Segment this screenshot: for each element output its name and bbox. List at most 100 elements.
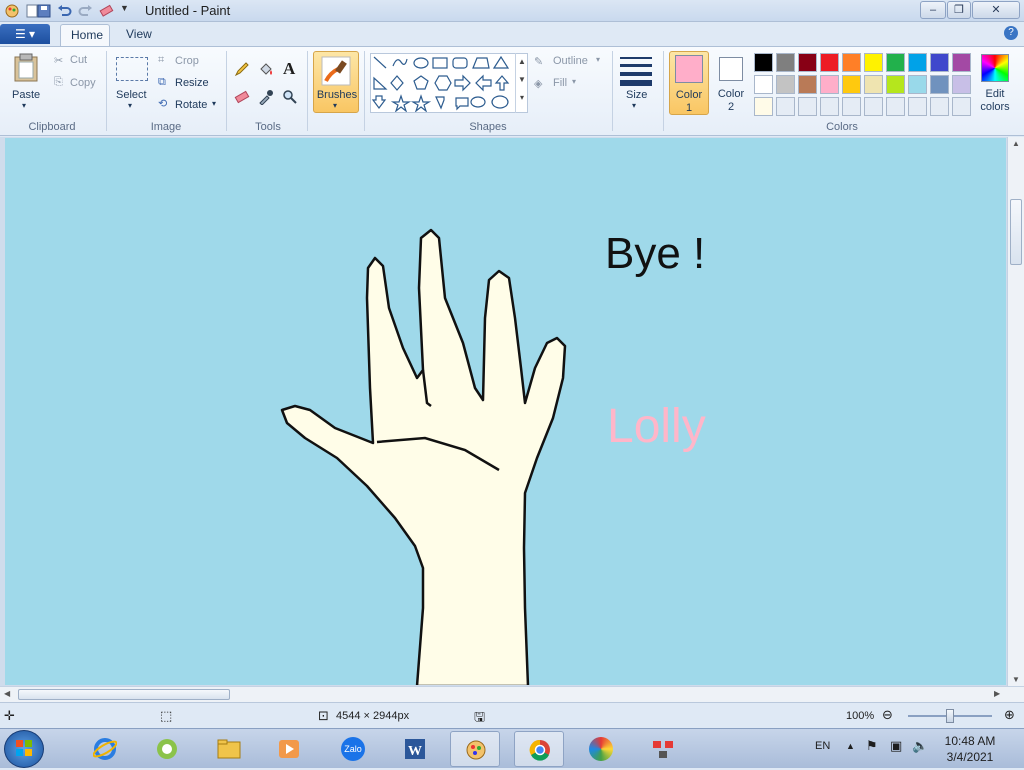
fill-dropdown-icon[interactable]: ▾ [572,77,576,86]
palette-color-swatch[interactable] [952,97,971,116]
taskbar-word[interactable]: W [390,731,440,767]
palette-color-swatch[interactable] [754,97,773,116]
taskbar-media-player[interactable] [264,731,314,767]
edit-colors-button[interactable]: Edit colors [976,51,1016,115]
magnifier-icon[interactable] [282,89,298,105]
palette-color-swatch[interactable] [952,75,971,94]
palette-color-swatch[interactable] [930,97,949,116]
action-center-flag-icon[interactable]: ⚑ [866,738,878,754]
palette-color-swatch[interactable] [908,53,927,72]
taskbar-network-app[interactable] [638,731,688,767]
size-button[interactable]: Size [626,89,647,101]
volume-icon[interactable]: 🔈 [912,738,928,754]
taskbar-zalo[interactable]: Zalo [328,731,378,767]
horizontal-scroll-thumb[interactable] [18,689,230,700]
paint-app-icon[interactable] [4,3,20,19]
color1-button[interactable]: Color 1 [669,51,709,115]
language-indicator[interactable]: EN [815,740,830,752]
palette-color-swatch[interactable] [820,97,839,116]
fill-button[interactable]: Fill [553,77,567,89]
select-icon[interactable] [116,57,148,81]
palette-color-swatch[interactable] [886,97,905,116]
palette-color-swatch[interactable] [754,53,773,72]
horizontal-scrollbar[interactable]: ◀ ▶ [0,686,1024,702]
clock-time[interactable]: 10:48 AM [930,734,1010,748]
clock-date[interactable]: 3/4/2021 [930,750,1010,764]
palette-color-swatch[interactable] [886,75,905,94]
palette-color-swatch[interactable] [842,97,861,116]
save-icon[interactable] [36,3,52,19]
paint-menu-button[interactable]: ☰ ▾ [0,24,50,44]
palette-color-swatch[interactable] [798,53,817,72]
close-button[interactable]: ✕ [972,1,1020,19]
restore-button[interactable]: ❐ [947,1,971,19]
help-icon[interactable]: ? [1004,26,1018,40]
crop-button[interactable]: Crop [175,55,199,67]
eraser-tool-icon[interactable] [234,89,250,105]
palette-color-swatch[interactable] [952,53,971,72]
palette-color-swatch[interactable] [908,97,927,116]
palette-color-swatch[interactable] [908,75,927,94]
palette-color-swatch[interactable] [820,75,839,94]
vertical-scrollbar[interactable]: ▲ ▼ [1007,137,1024,686]
pencil-icon[interactable] [234,61,250,77]
palette-color-swatch[interactable] [930,53,949,72]
shapes-scroll-icon[interactable]: ▲ ▼ ▾ [515,53,528,113]
fill-with-color-icon[interactable] [258,61,274,77]
start-button[interactable] [4,730,44,768]
outline-dropdown-icon[interactable]: ▾ [596,55,600,64]
size-dropdown-icon[interactable]: ▾ [632,101,636,110]
taskbar-coccoc[interactable] [142,731,192,767]
size-icon[interactable] [620,55,652,86]
taskbar-file-explorer[interactable] [204,731,254,767]
taskbar-chrome[interactable] [514,731,564,767]
zoom-in-button[interactable]: ⊕ [1004,707,1015,723]
copy-button[interactable]: Copy [70,77,96,89]
undo-icon[interactable] [56,3,72,19]
palette-color-swatch[interactable] [776,53,795,72]
redo-icon[interactable] [78,3,94,19]
minimize-button[interactable]: – [920,1,946,19]
text-tool-icon[interactable]: A [283,59,295,79]
tab-home[interactable]: Home [60,24,110,46]
rotate-dropdown-icon[interactable]: ▾ [212,99,216,108]
palette-color-swatch[interactable] [864,53,883,72]
tab-view[interactable]: View [116,24,164,46]
color2-button[interactable]: Color 2 [712,51,750,115]
palette-color-swatch[interactable] [842,75,861,94]
palette-color-swatch[interactable] [798,97,817,116]
paste-icon[interactable] [12,53,40,83]
select-button[interactable]: Select [116,89,147,101]
rotate-button[interactable]: Rotate [175,99,207,111]
cut-button[interactable]: Cut [70,54,87,66]
eraser-icon[interactable] [98,3,114,19]
drawing-canvas[interactable]: Bye ! Lolly [5,138,1006,685]
palette-color-swatch[interactable] [864,97,883,116]
taskbar-internet-explorer[interactable] [80,731,130,767]
paste-dropdown-icon[interactable]: ▾ [22,101,26,110]
zoom-out-button[interactable]: ⊖ [882,707,893,723]
palette-color-swatch[interactable] [930,75,949,94]
palette-color-swatch[interactable] [776,97,795,116]
shapes-gallery[interactable] [370,53,528,113]
palette-color-swatch[interactable] [776,75,795,94]
palette-color-swatch[interactable] [754,75,773,94]
resize-button[interactable]: Resize [175,77,209,89]
brushes-button[interactable]: Brushes ▾ [313,51,359,113]
palette-color-swatch[interactable] [864,75,883,94]
taskbar-paint[interactable] [450,731,500,767]
palette-color-swatch[interactable] [820,53,839,72]
color-picker-icon[interactable] [258,89,274,105]
paste-button[interactable]: Paste [12,89,40,101]
zoom-slider-thumb[interactable] [946,709,954,723]
outline-button[interactable]: Outline [553,55,588,67]
palette-color-swatch[interactable] [886,53,905,72]
taskbar-color-app[interactable] [576,731,626,767]
vertical-scroll-thumb[interactable] [1010,199,1022,265]
palette-color-swatch[interactable] [798,75,817,94]
customize-quick-access-icon[interactable]: ▼ [120,3,136,19]
select-dropdown-icon[interactable]: ▾ [128,101,132,110]
palette-color-swatch[interactable] [842,53,861,72]
network-icon[interactable]: ▣ [890,738,902,754]
show-hidden-icons-button[interactable]: ▲ [846,741,855,751]
